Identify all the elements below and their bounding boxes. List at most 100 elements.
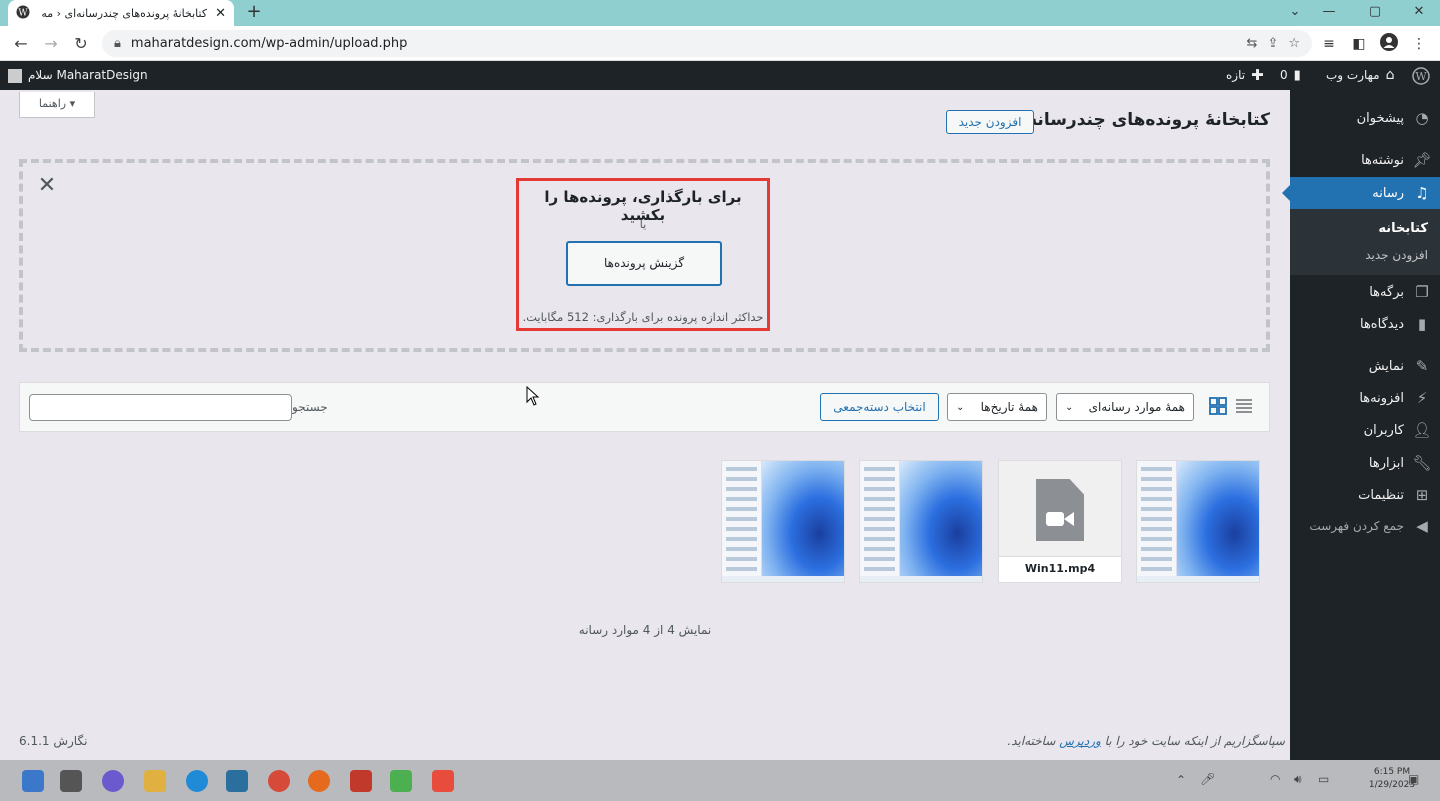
new-label: تازه: [1226, 68, 1246, 82]
microphone-icon[interactable]: 🎤︎: [1200, 772, 1215, 786]
comments-icon: ▮: [1417, 315, 1427, 333]
sidebar-item-settings[interactable]: تنظیمات ⊞: [1290, 479, 1440, 511]
my-account-menu[interactable]: سلام MaharatDesign: [8, 61, 148, 90]
grid-view-icon[interactable]: [1208, 397, 1228, 417]
wifi-icon[interactable]: ◠: [1270, 772, 1280, 786]
recorder-app-icon[interactable]: [432, 770, 454, 792]
back-icon[interactable]: ←: [10, 33, 32, 55]
store-icon[interactable]: [226, 770, 248, 792]
tab-title: کتابخانهٔ پرونده‌های چندرسانه‌ای ‹ مه: [41, 6, 208, 20]
sidebar-collapse[interactable]: جمع کردن فهرست ◀: [1290, 510, 1440, 542]
max-upload-size-text: حداکثر اندازه پرونده برای بارگذاری: 512 …: [522, 310, 764, 324]
page-title: کتابخانهٔ پرونده‌های چندرسانه‌ای: [1005, 110, 1270, 130]
sidebar-item-pages[interactable]: برگه‌ها ❐: [1290, 276, 1440, 308]
wp-admin-bar: سلام MaharatDesign تازه ✚ 0 ▮ مهارت وب ⌂…: [0, 61, 1440, 90]
svg-text:W: W: [1415, 70, 1427, 83]
side-panel-icon[interactable]: ◧: [1348, 33, 1370, 55]
browser-tab[interactable]: W کتابخانهٔ پرونده‌های چندرسانه‌ای ‹ مه …: [8, 0, 234, 26]
bulk-select-button[interactable]: انتخاب دسته‌جمعی: [820, 393, 939, 421]
sidebar-item-appearance[interactable]: نمایش ✎: [1290, 350, 1440, 382]
sidebar-item-users[interactable]: کاربران 👤︎: [1290, 414, 1440, 446]
plus-icon: ✚: [1251, 66, 1264, 84]
firefox-icon[interactable]: [308, 770, 330, 792]
forward-icon[interactable]: →: [40, 33, 62, 55]
profile-avatar-icon[interactable]: [1378, 33, 1400, 55]
chrome-browser-icon[interactable]: [268, 770, 290, 792]
site-name-menu[interactable]: مهارت وب ⌂: [1326, 61, 1395, 90]
new-content-menu[interactable]: تازه ✚: [1226, 61, 1264, 90]
media-submenu: کتابخانه افزودن جدید: [1290, 209, 1440, 275]
close-window-button[interactable]: ✕: [1396, 0, 1440, 26]
wordpress-logo-icon[interactable]: W: [1412, 61, 1430, 90]
lock-icon[interactable]: 🔒︎: [114, 36, 121, 51]
date-filter[interactable]: همهٔ تاریخ‌ها ⌄: [947, 393, 1047, 421]
submenu-add-new[interactable]: افزودن جدید: [1365, 248, 1428, 262]
browser-menu-icon[interactable]: ⋮: [1408, 33, 1430, 55]
mouse-cursor-icon: [526, 386, 540, 406]
wallpaper-image: [762, 461, 844, 582]
tray-chevron-icon[interactable]: ⌃: [1176, 773, 1186, 787]
pin-icon: 📌︎: [1412, 151, 1432, 169]
search-input[interactable]: [29, 394, 292, 421]
tools-icon: 🔧︎: [1412, 454, 1432, 472]
media-thumbnail-video[interactable]: Win11.mp4: [998, 460, 1122, 583]
sidebar-item-comments[interactable]: دیدگاه‌ها ▮: [1290, 308, 1440, 340]
bookmark-star-icon[interactable]: ☆: [1288, 36, 1300, 51]
collapse-icon: ◀: [1416, 517, 1428, 535]
share-icon[interactable]: ⇪: [1267, 36, 1278, 51]
media-thumbnail[interactable]: [859, 460, 983, 583]
media-count-text: نمایش 4 از 4 موارد رسانه: [578, 623, 712, 637]
greeting-text: سلام MaharatDesign: [28, 68, 148, 82]
os-taskbar: [0, 760, 1440, 801]
plugins-icon: ⚡︎: [1416, 389, 1428, 407]
sidebar-item-plugins[interactable]: افزونه‌ها ⚡︎: [1290, 382, 1440, 414]
wallpaper-image: [900, 461, 982, 582]
new-tab-button[interactable]: +: [244, 2, 264, 22]
translate-icon[interactable]: ⇆: [1247, 36, 1258, 51]
media-type-filter[interactable]: همهٔ موارد رسانه‌ای ⌄: [1056, 393, 1194, 421]
search-label: جستجو: [292, 400, 328, 414]
media-icon: ♫: [1415, 184, 1429, 202]
sidebar-item-tools[interactable]: ابزارها 🔧︎: [1290, 447, 1440, 479]
media-thumbnail[interactable]: [721, 460, 845, 583]
wallpaper-image: [1177, 461, 1259, 582]
close-uploader-icon[interactable]: ✕: [36, 175, 58, 197]
select-files-button[interactable]: گزینش پرونده‌ها: [566, 241, 722, 286]
minimize-button[interactable]: —: [1306, 0, 1352, 26]
close-tab-icon[interactable]: ✕: [215, 6, 226, 21]
filezilla-icon[interactable]: [350, 770, 372, 792]
list-view-icon[interactable]: [1234, 397, 1254, 417]
add-new-button[interactable]: افزودن جدید: [946, 110, 1034, 134]
wp-version: نگارش 6.1.1: [19, 734, 88, 748]
task-view-icon[interactable]: [60, 770, 82, 792]
sidebar-item-media[interactable]: رسانه ♫: [1282, 177, 1440, 209]
sidebar-item-dashboard[interactable]: پیشخوان ◔: [1290, 102, 1440, 134]
comments-menu[interactable]: 0 ▮: [1280, 61, 1301, 90]
drive-icon[interactable]: [390, 770, 412, 792]
pages-icon: ❐: [1415, 283, 1429, 301]
url-text[interactable]: maharatdesign.com/wp-admin/upload.php: [131, 36, 1237, 51]
maximize-button[interactable]: ▢: [1352, 0, 1398, 26]
reload-icon[interactable]: ↻: [70, 33, 92, 55]
notifications-icon[interactable]: ▣: [1408, 772, 1419, 786]
wordpress-link[interactable]: وردپرس: [1059, 734, 1101, 748]
file-explorer-icon[interactable]: [144, 770, 166, 792]
sidebar-item-posts[interactable]: نوشته‌ها 📌︎: [1290, 144, 1440, 176]
settings-icon: ⊞: [1415, 486, 1429, 504]
start-menu-icon[interactable]: [22, 770, 44, 792]
media-thumbnail[interactable]: [1136, 460, 1260, 583]
comments-count: 0: [1280, 68, 1288, 82]
chat-app-icon[interactable]: [102, 770, 124, 792]
media-filename: Win11.mp4: [999, 556, 1121, 582]
reading-list-icon[interactable]: ≡: [1318, 33, 1340, 55]
submenu-library[interactable]: کتابخانه: [1378, 221, 1428, 236]
edge-browser-icon[interactable]: [186, 770, 208, 792]
volume-icon[interactable]: 🔊︎: [1294, 772, 1302, 787]
address-bar[interactable]: 🔒︎ maharatdesign.com/wp-admin/upload.php…: [102, 30, 1312, 57]
help-tab-button[interactable]: راهنما ▾: [19, 92, 95, 118]
footer-thanks: سپاسگزاریم از اینکه سایت خود را با وردپر…: [1007, 734, 1285, 748]
chevron-down-icon: ⌄: [1065, 401, 1074, 413]
battery-icon[interactable]: ▭: [1318, 772, 1329, 786]
video-camera-icon: [1046, 512, 1074, 526]
dashboard-icon: ◔: [1415, 109, 1429, 127]
